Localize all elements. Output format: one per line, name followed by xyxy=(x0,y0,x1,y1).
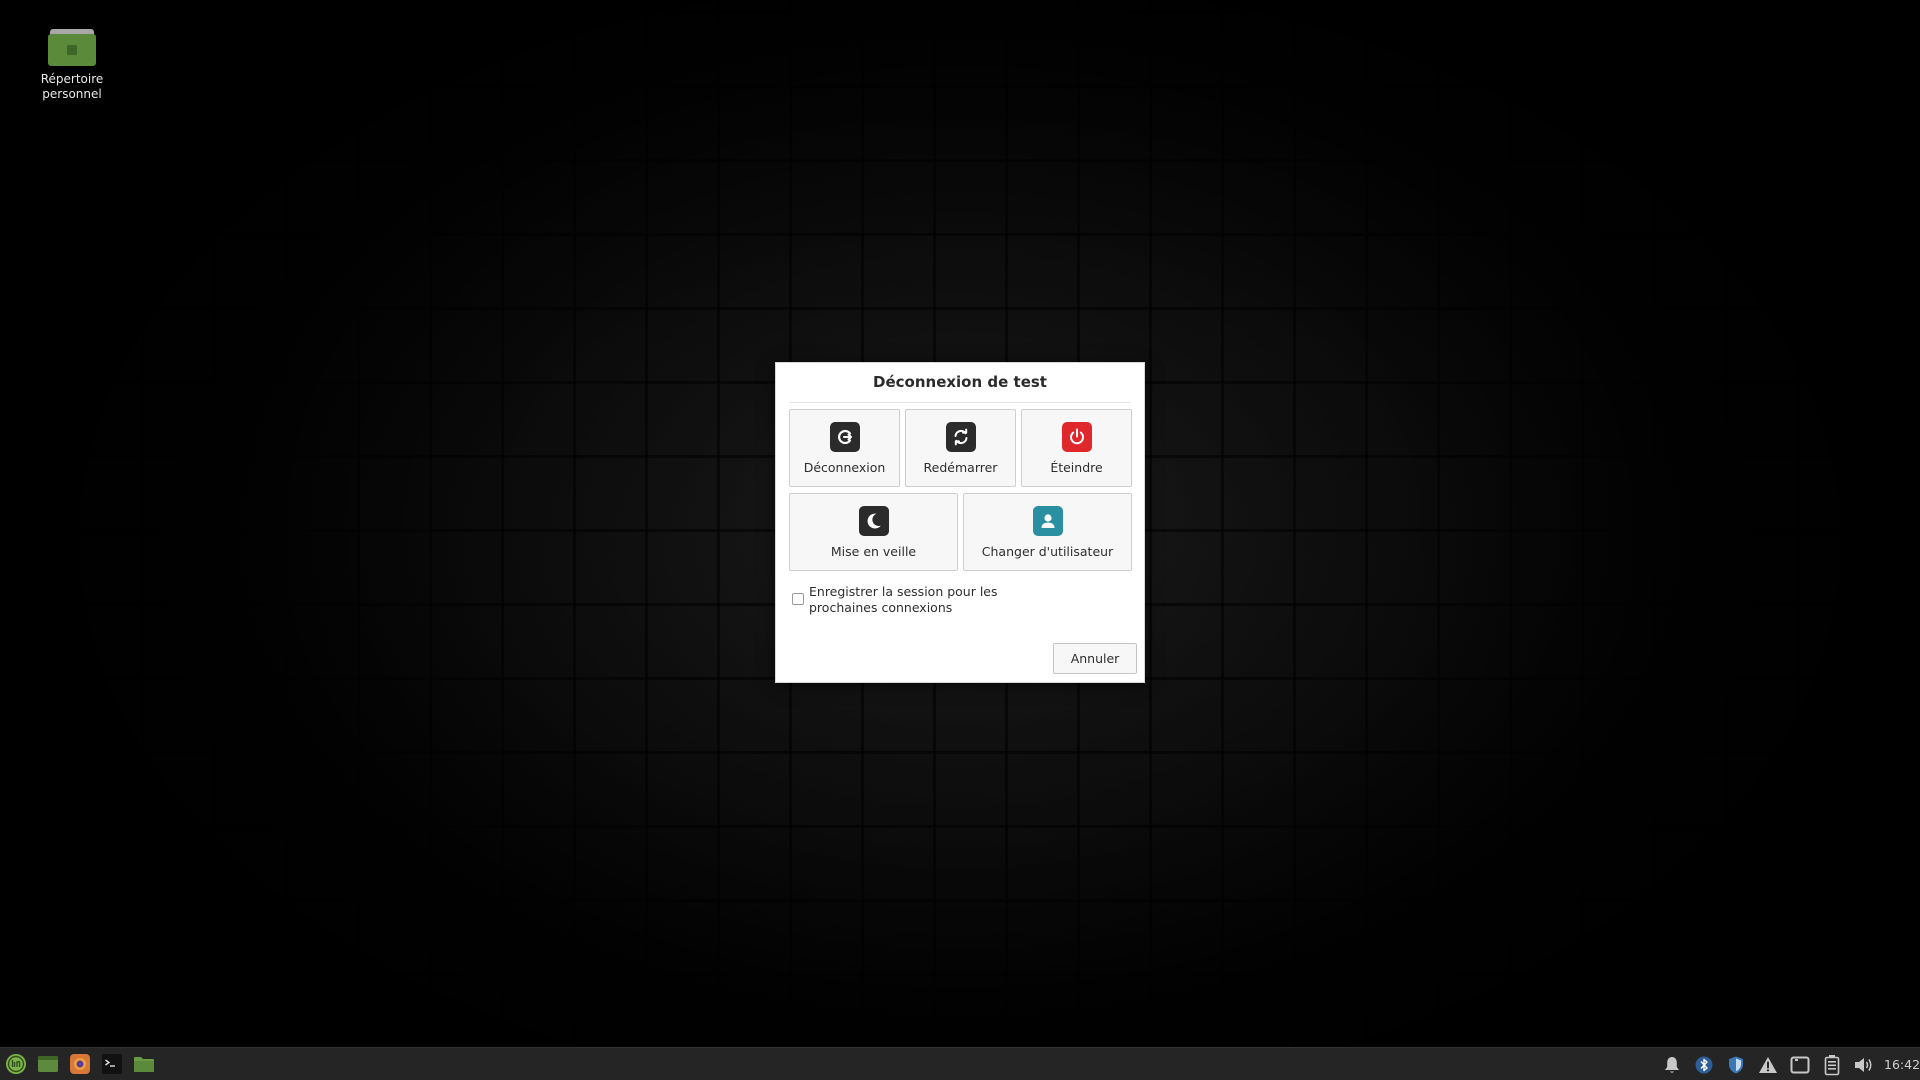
clock[interactable]: 16:42 xyxy=(1884,1057,1920,1072)
battery-button[interactable] xyxy=(1821,1054,1843,1076)
cancel-button[interactable]: Annuler xyxy=(1053,643,1137,674)
moon-icon xyxy=(858,506,889,536)
suspend-label: Mise en veille xyxy=(830,544,917,559)
save-session-checkbox[interactable] xyxy=(792,593,804,605)
bell-icon xyxy=(1665,1057,1679,1073)
network-button[interactable] xyxy=(1789,1054,1811,1076)
firefox-launcher[interactable] xyxy=(67,1052,93,1076)
firefox-icon xyxy=(70,1054,90,1074)
bluetooth-button[interactable] xyxy=(1693,1054,1715,1076)
suspend-button[interactable]: Mise en veille xyxy=(789,493,958,571)
logout-label: Déconnexion xyxy=(803,460,886,475)
dialog-title: Déconnexion de test xyxy=(873,373,1047,391)
restart-button[interactable]: Redémarrer xyxy=(905,409,1016,487)
desktop-icon-home[interactable]: Répertoire personnel xyxy=(30,26,114,102)
battery-icon xyxy=(1824,1055,1840,1076)
title-separator xyxy=(789,402,1131,403)
mint-menu-icon xyxy=(6,1054,26,1074)
volume-button[interactable] xyxy=(1853,1054,1875,1076)
network-icon xyxy=(1790,1056,1810,1074)
folder-icon xyxy=(134,1057,154,1072)
show-desktop-icon xyxy=(38,1056,58,1072)
switch-user-label: Changer d'utilisateur xyxy=(981,544,1114,559)
logout-button[interactable]: Déconnexion xyxy=(789,409,900,487)
shield-icon xyxy=(1729,1056,1743,1074)
save-session-label: Enregistrer la session pour les prochain… xyxy=(809,584,998,615)
warning-button[interactable] xyxy=(1757,1054,1779,1076)
save-session-row[interactable]: Enregistrer la session pour les prochain… xyxy=(792,584,1032,616)
notifications-button[interactable] xyxy=(1661,1054,1683,1076)
power-icon xyxy=(1061,422,1092,452)
home-folder-icon xyxy=(48,26,96,66)
volume-icon xyxy=(1855,1058,1872,1072)
bluetooth-icon xyxy=(1695,1056,1713,1074)
logout-dialog: Déconnexion de test Déconnexion Redémarr… xyxy=(775,362,1145,683)
warning-icon xyxy=(1759,1057,1777,1073)
restart-icon xyxy=(945,422,976,452)
desktop-icon-label-line1: Répertoire xyxy=(40,72,104,86)
files-launcher[interactable] xyxy=(131,1052,157,1076)
terminal-icon xyxy=(102,1054,122,1074)
terminal-launcher[interactable] xyxy=(99,1052,125,1076)
logout-icon xyxy=(829,422,860,452)
shutdown-label: Éteindre xyxy=(1050,460,1103,475)
restart-label: Redémarrer xyxy=(923,460,998,475)
desktop-icon-label-line2: personnel xyxy=(42,87,102,101)
shutdown-button[interactable]: Éteindre xyxy=(1021,409,1132,487)
show-desktop-button[interactable] xyxy=(35,1052,61,1076)
user-icon xyxy=(1032,506,1063,536)
update-manager-button[interactable] xyxy=(1725,1054,1747,1076)
taskbar: 16:42 xyxy=(0,1047,1920,1080)
switch-user-button[interactable]: Changer d'utilisateur xyxy=(963,493,1132,571)
menu-button[interactable] xyxy=(3,1052,29,1076)
